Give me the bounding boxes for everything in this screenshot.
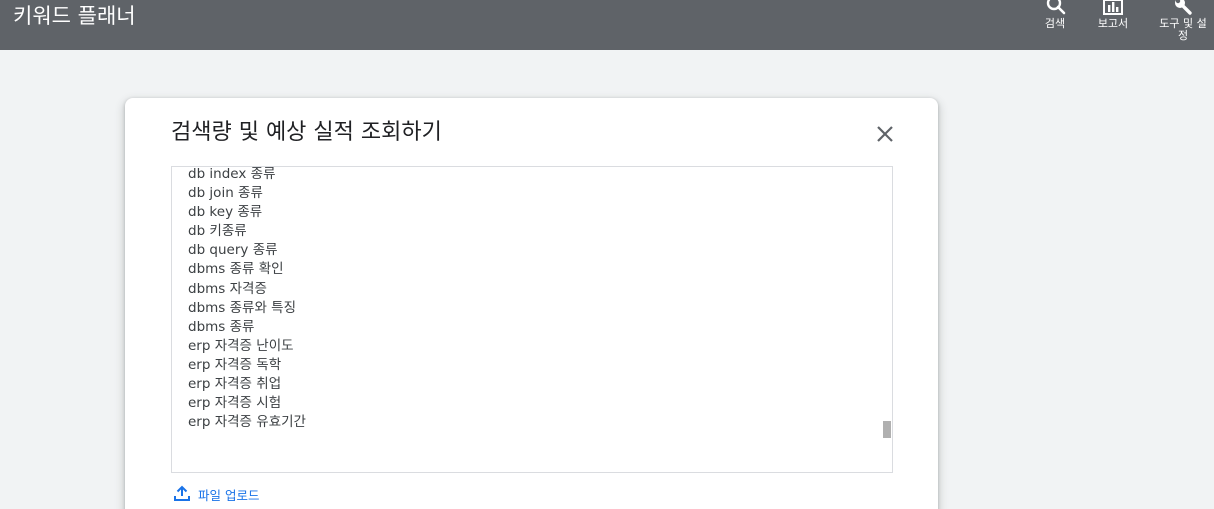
- keyword-line: db join 종류: [188, 185, 263, 202]
- keyword-volume-dialog: 검색량 및 예상 실적 조회하기 db index 종류 db join 종류 …: [125, 98, 938, 509]
- keyword-line: erp 자격증 취업: [188, 376, 282, 393]
- search-tool-label: 검색: [1044, 17, 1066, 30]
- keyword-textarea[interactable]: db index 종류 db join 종류 db key 종류 db 키종류 …: [171, 166, 893, 473]
- reports-tool-label: 보고서: [1097, 17, 1129, 30]
- keyword-list: db index 종류 db join 종류 db key 종류 db 키종류 …: [188, 166, 306, 432]
- top-app-bar: 키워드 플래너 검색 보고서 도구 및 설 정: [0, 0, 1214, 50]
- keyword-line: db query 종류: [188, 242, 278, 259]
- keyword-line: dbms 종류 확인: [188, 261, 284, 278]
- keyword-line: db index 종류: [188, 166, 276, 182]
- bar-chart-icon: [1103, 0, 1123, 15]
- keyword-line: erp 자격증 유효기간: [188, 414, 306, 431]
- scrollbar-thumb[interactable]: [883, 421, 891, 438]
- tools-settings-button[interactable]: 도구 및 설 정: [1152, 0, 1214, 42]
- tools-settings-label-line2: 정: [1177, 29, 1189, 42]
- app-title: 키워드 플래너: [13, 4, 136, 28]
- search-tool-button[interactable]: 검색: [1037, 0, 1073, 30]
- dialog-title: 검색량 및 예상 실적 조회하기: [171, 120, 442, 145]
- close-dialog-button[interactable]: [873, 122, 897, 146]
- keyword-line: dbms 자격증: [188, 280, 267, 297]
- keyword-line: erp 자격증 난이도: [188, 337, 294, 354]
- close-icon: [877, 126, 893, 142]
- search-icon: [1046, 0, 1066, 15]
- keyword-line: dbms 종류와 특징: [188, 299, 297, 316]
- keyword-line: dbms 종류: [188, 318, 255, 335]
- upload-icon: [174, 485, 190, 501]
- keyword-line: db 키종류: [188, 223, 247, 240]
- reports-tool-button[interactable]: 보고서: [1090, 0, 1136, 30]
- wrench-icon: [1175, 0, 1192, 15]
- keyword-line: db key 종류: [188, 204, 263, 221]
- keyword-line: erp 자격증 독학: [188, 356, 282, 373]
- file-upload-button[interactable]: 파일 업로드: [173, 484, 259, 504]
- file-upload-label: 파일 업로드: [198, 487, 260, 503]
- keyword-line: erp 자격증 시험: [188, 395, 282, 412]
